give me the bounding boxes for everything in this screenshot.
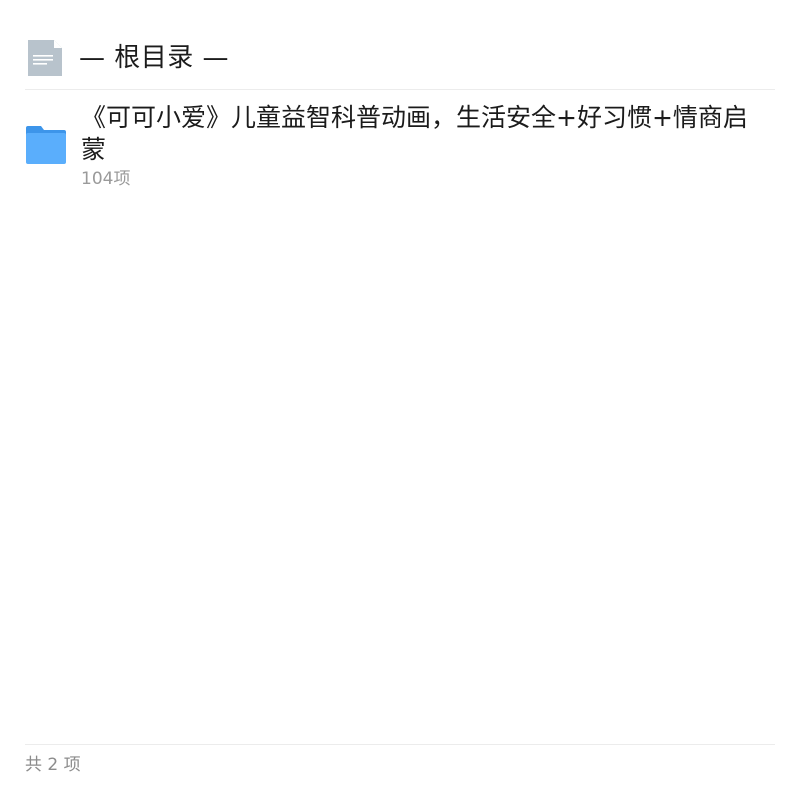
header-divider — [25, 89, 775, 90]
document-icon — [28, 40, 62, 76]
page-title: — 根目录 — — [79, 43, 230, 73]
header: — 根目录 — — [25, 36, 775, 80]
footer-divider — [25, 744, 775, 745]
folder-icon — [26, 126, 66, 164]
item-count: 104项 — [81, 169, 131, 189]
total-count: 共 2 项 — [25, 755, 81, 775]
folder-name[interactable]: 《可可小爱》儿童益智科普动画，生活安全+好习惯+情商启蒙 — [81, 102, 771, 166]
list-item[interactable]: 《可可小爱》儿童益智科普动画，生活安全+好习惯+情商启蒙 104项 — [25, 100, 775, 196]
file-browser-page: — 根目录 — 《可可小爱》儿童益智科普动画，生活安全+好习惯+情商启蒙 104… — [0, 0, 800, 800]
